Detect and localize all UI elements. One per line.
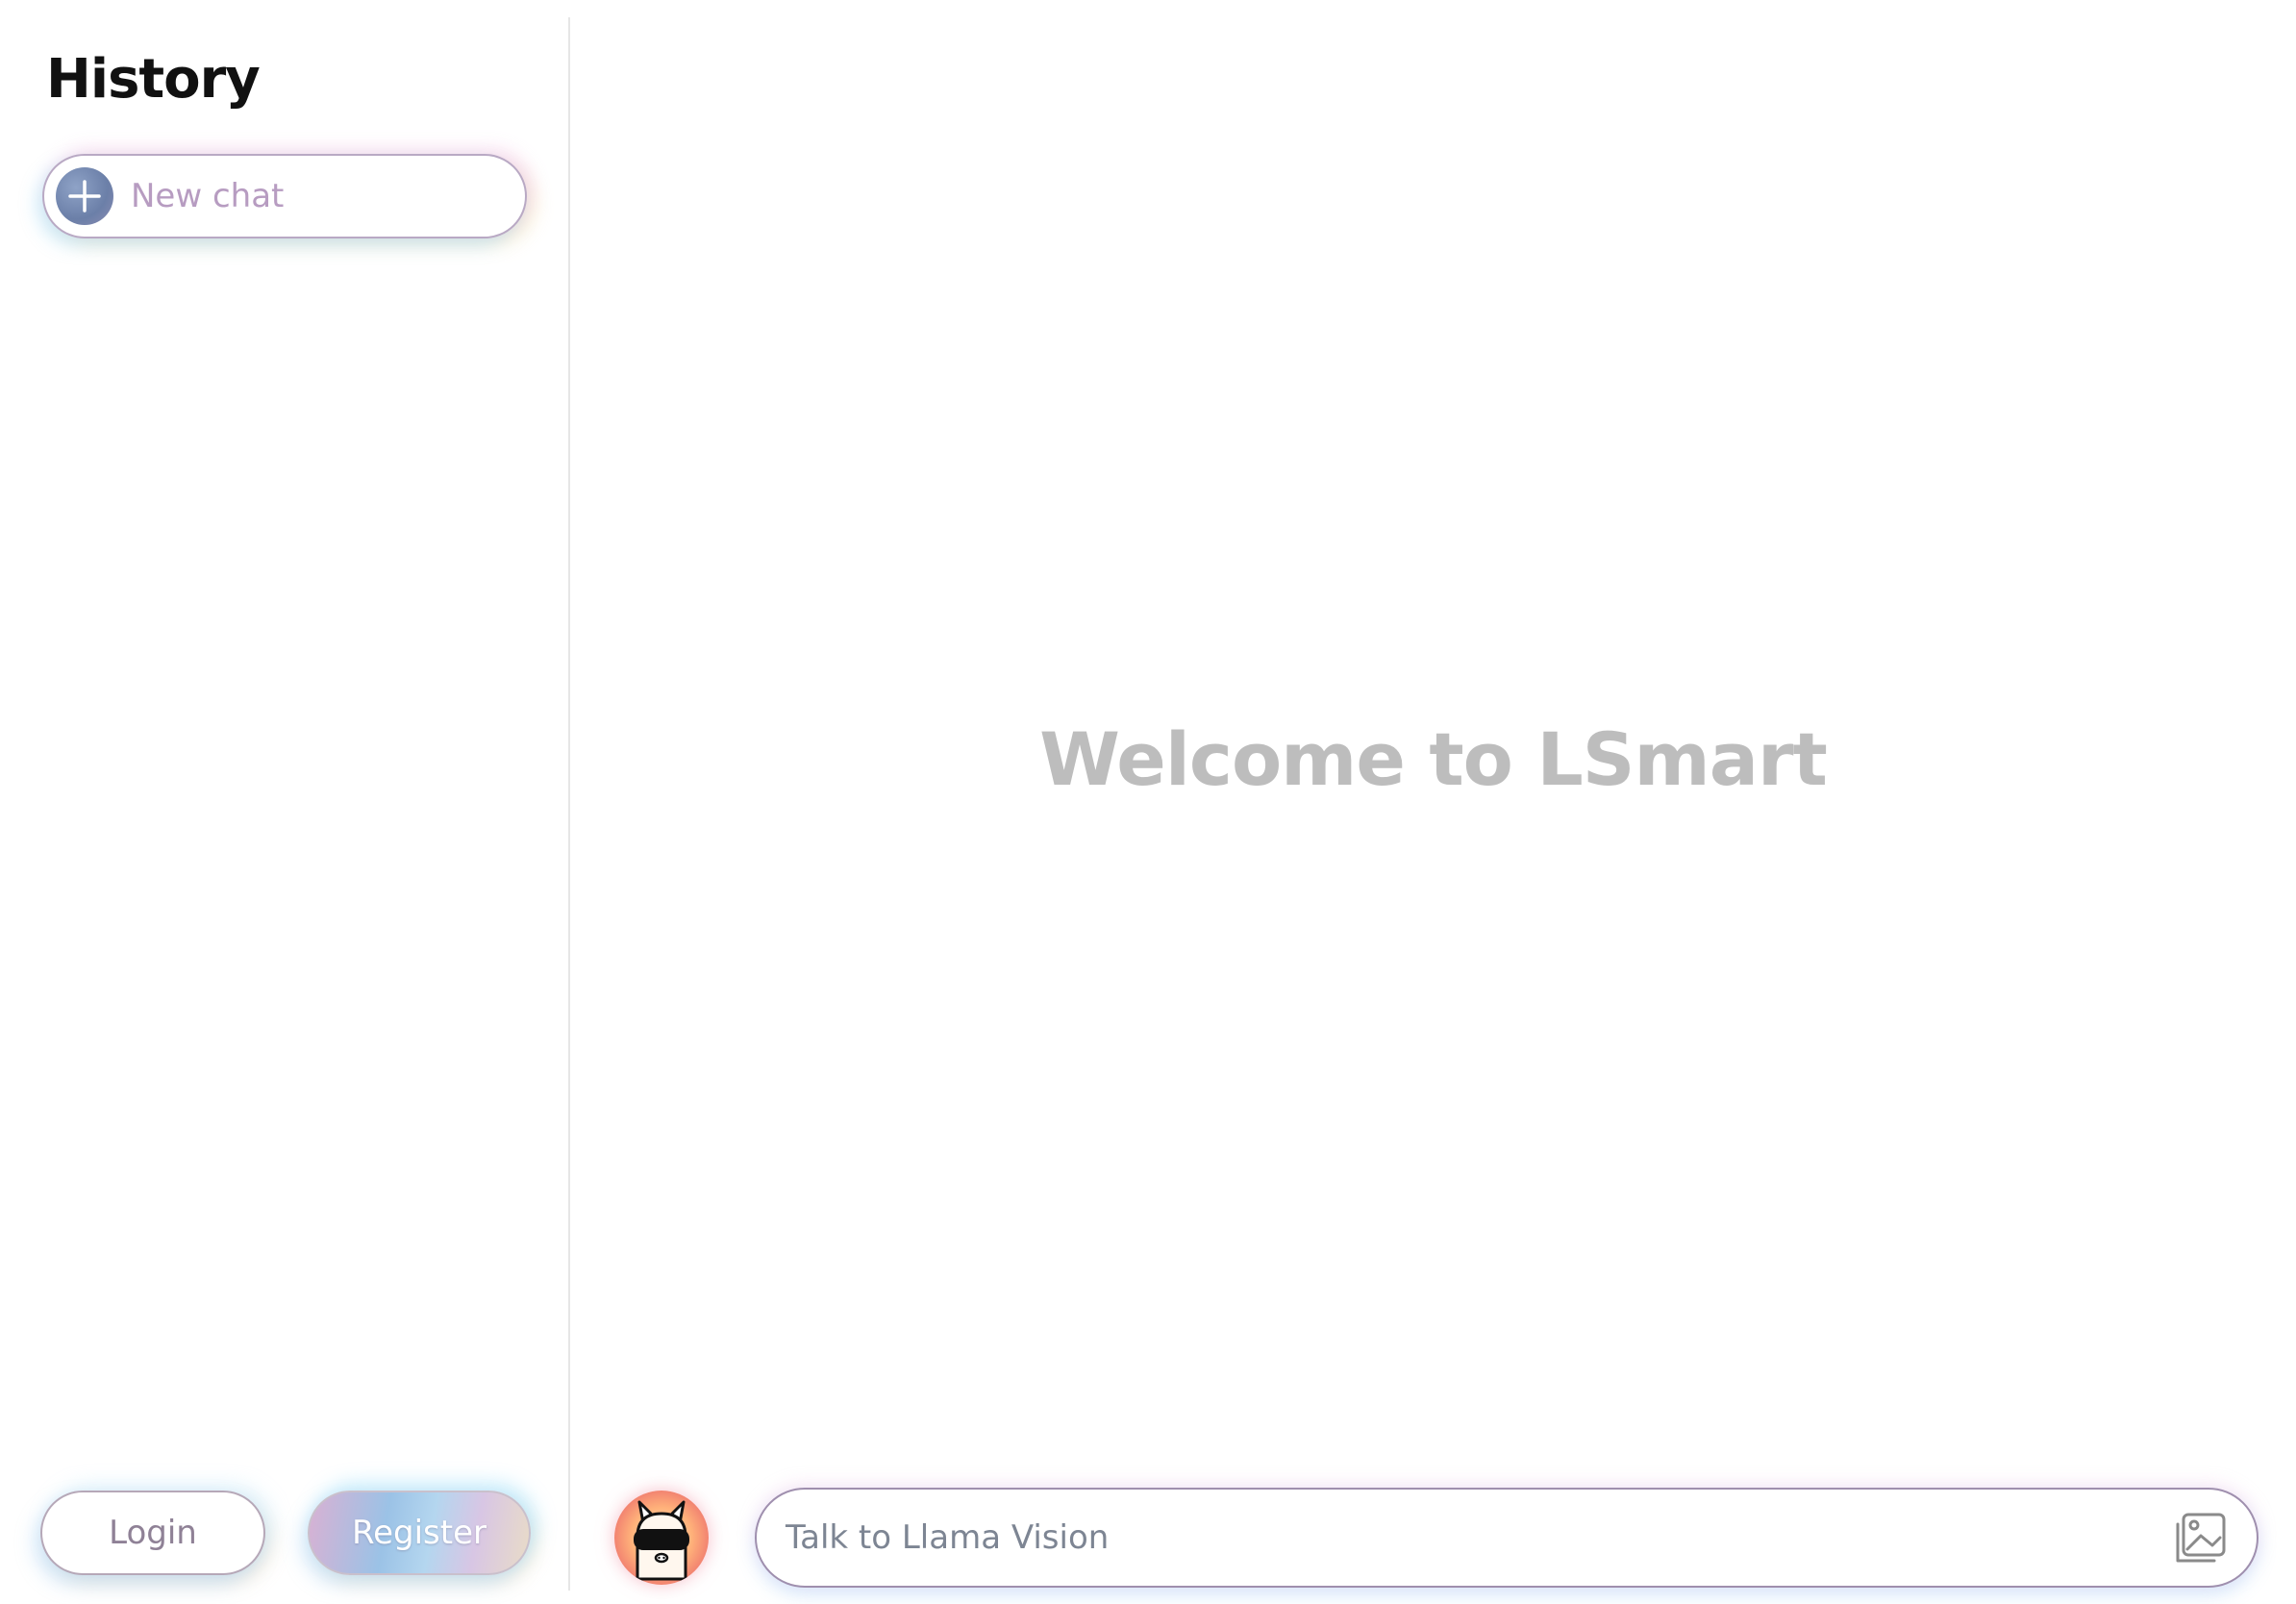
welcome-heading: Welcome to LSmart xyxy=(1039,716,1828,802)
new-chat-label: New chat xyxy=(131,177,285,215)
register-button[interactable]: Register xyxy=(308,1491,531,1575)
chat-input[interactable]: Talk to Llama Vision xyxy=(755,1488,2259,1588)
history-title: History xyxy=(46,48,261,111)
chat-main: Welcome to LSmart Talk to Llama Vision xyxy=(570,0,2296,1604)
llama-avatar-icon xyxy=(614,1491,709,1585)
new-chat-button[interactable]: New chat xyxy=(42,154,527,238)
login-label: Login xyxy=(109,1514,197,1552)
plus-icon xyxy=(56,167,113,225)
image-icon[interactable] xyxy=(2170,1511,2228,1568)
chat-input-placeholder: Talk to Llama Vision xyxy=(786,1518,1110,1557)
app-window: History New chat Login Register Welcome … xyxy=(0,0,2296,1604)
register-label: Register xyxy=(352,1514,487,1552)
chat-input-container: Talk to Llama Vision xyxy=(755,1488,2259,1588)
history-sidebar: History New chat Login Register xyxy=(0,0,569,1604)
login-button[interactable]: Login xyxy=(40,1491,265,1575)
new-chat-container: New chat xyxy=(42,154,527,238)
